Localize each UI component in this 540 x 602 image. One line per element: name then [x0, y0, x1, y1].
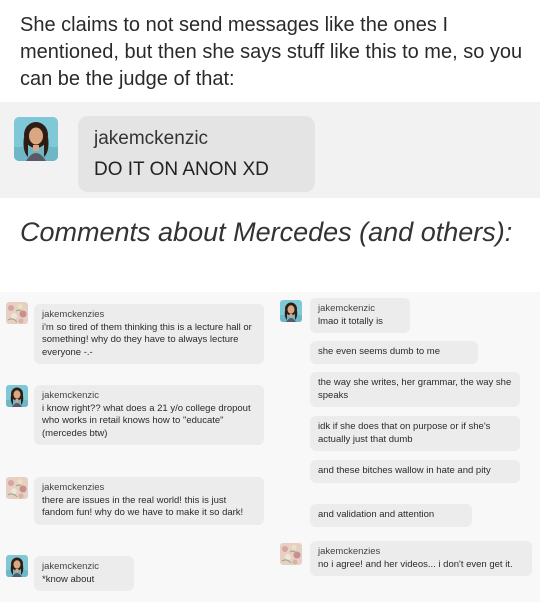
chat-message: jakemckenzic i know right?? what does a … — [34, 385, 264, 445]
avatar[interactable] — [6, 555, 28, 577]
avatar[interactable] — [6, 302, 28, 324]
user-avatar-icon — [6, 385, 28, 407]
intro-text: She claims to not send messages like the… — [20, 14, 523, 90]
message-text: lmao it totally is — [318, 315, 383, 327]
message-username[interactable]: jakemckenzies — [42, 309, 256, 322]
message-text: the way she writes, her grammar, the way… — [318, 377, 512, 401]
message-username[interactable]: jakemckenzies — [42, 482, 256, 495]
chat-message: jakemckenzic *know about — [34, 556, 134, 591]
avatar[interactable] — [280, 543, 302, 565]
chat-message: the way she writes, her grammar, the way… — [310, 372, 520, 407]
chat-message: jakemckenzies there are issues in the re… — [34, 477, 264, 525]
user-avatar-icon — [14, 117, 58, 161]
chat-message: she even seems dumb to me — [310, 341, 478, 364]
message-username[interactable]: jakemckenzic — [42, 561, 126, 574]
message-text: no i agree! and her videos... i don't ev… — [318, 558, 513, 570]
message-text: i'm so tired of them thinking this is a … — [42, 321, 252, 358]
user-avatar-icon — [6, 555, 28, 577]
chat-message: and these bitches wallow in hate and pit… — [310, 460, 520, 483]
message-username[interactable]: jakemckenzic — [42, 390, 256, 403]
message-text: DO IT ON ANON XD — [94, 159, 269, 180]
message-username[interactable]: jakemckenzic — [94, 128, 208, 150]
message-text: she even seems dumb to me — [318, 346, 440, 357]
chat-message: jakemckenzies no i agree! and her videos… — [310, 541, 532, 576]
message-username[interactable]: jakemckenzies — [318, 546, 524, 559]
message-text: there are issues in the real world! this… — [42, 494, 244, 519]
user-avatar-icon — [280, 300, 302, 322]
chat-message: idk if she does that on purpose or if sh… — [310, 416, 520, 451]
flower-avatar-icon — [280, 543, 302, 565]
chat-message: and validation and attention — [310, 504, 472, 527]
message-username[interactable]: jakemckenzic — [318, 303, 402, 316]
avatar[interactable] — [14, 117, 58, 161]
message-text: *know about — [42, 573, 95, 585]
chat-message: jakemckenzic lmao it totally is — [310, 298, 410, 333]
avatar[interactable] — [280, 300, 302, 322]
avatar[interactable] — [6, 477, 28, 499]
message-text: and validation and attention — [318, 509, 435, 520]
message-text: and these bitches wallow in hate and pit… — [318, 465, 491, 476]
flower-avatar-icon — [6, 477, 28, 499]
message-text: i know right?? what does a 21 y/o colleg… — [42, 402, 251, 439]
section-heading: Comments about Mercedes (and others): — [20, 217, 513, 247]
avatar[interactable] — [6, 385, 28, 407]
flower-avatar-icon — [6, 302, 28, 324]
chat-message: jakemckenzies i'm so tired of them think… — [34, 304, 264, 364]
message-text: idk if she does that on purpose or if sh… — [318, 421, 491, 445]
